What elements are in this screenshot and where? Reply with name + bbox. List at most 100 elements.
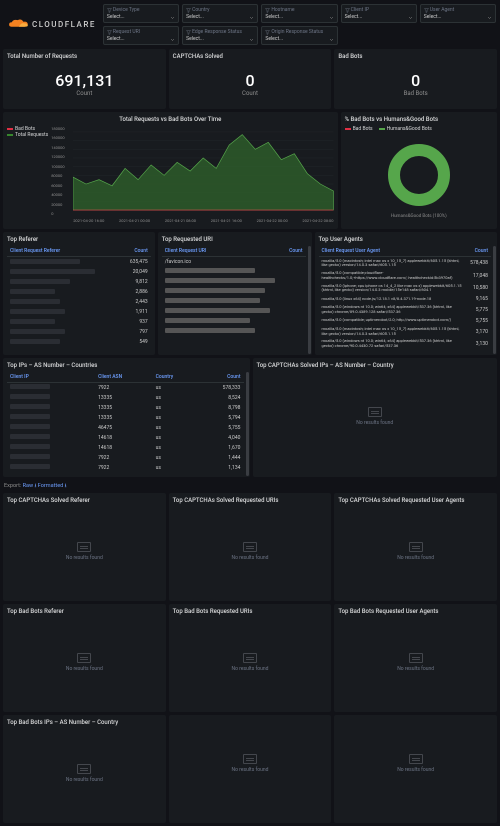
stat-value: 0: [173, 71, 328, 90]
timeseries-panel: Total Requests vs Bad Bots Over Time Bad…: [3, 112, 338, 229]
table-row[interactable]: 549: [7, 337, 151, 347]
table-row[interactable]: mozilla/5.0 (linux x64) node.js/12.18.1 …: [319, 295, 492, 304]
col-header[interactable]: Client Request URI: [162, 246, 285, 257]
table-row[interactable]: [162, 286, 306, 296]
empty-state: No results found: [173, 618, 328, 708]
area-chart[interactable]: 0200004000060000800001000001200001400001…: [51, 126, 333, 216]
table-row[interactable]: 14618us1,670: [7, 443, 244, 453]
chevron-down-icon: [249, 37, 254, 42]
table-row[interactable]: mozilla/5.0 (windows nt 10.0; win64; x64…: [319, 304, 492, 317]
filter-0[interactable]: Device Type Select...: [103, 4, 179, 23]
table-row[interactable]: [162, 296, 306, 306]
brand-logo: CLOUDFLARE: [4, 4, 100, 45]
table-row[interactable]: [162, 326, 306, 336]
donut-chart[interactable]: [384, 140, 454, 210]
stat-bad-bots: Bad Bots 0Bad Bots: [334, 49, 497, 109]
panel-title: Top Bad Bots Referer: [7, 608, 162, 615]
table-row[interactable]: mozilla/5.0 (macintosh; intel mac os x 1…: [319, 257, 492, 270]
empty-text: No results found: [397, 555, 434, 561]
col-header[interactable]: Client Request Referer: [7, 246, 121, 257]
table-row[interactable]: 46475us5,755: [7, 423, 244, 433]
grid-icon: [77, 542, 91, 552]
chart-legend: Bad BotsTotal Requests: [7, 126, 48, 221]
filter-4[interactable]: User Agent Select...: [420, 4, 496, 23]
col-header[interactable]: Country: [153, 372, 198, 383]
table-row[interactable]: 2,443: [7, 297, 151, 307]
table-row[interactable]: 9,812: [7, 277, 151, 287]
table-row[interactable]: 14618us4,040: [7, 433, 244, 443]
col-header[interactable]: Count: [285, 246, 306, 257]
legend-item[interactable]: Humans&Good Bots: [379, 126, 432, 132]
table-row[interactable]: mozilla/5.0 (compatible; uptimerobot/2.0…: [319, 316, 492, 325]
table-row[interactable]: 13335us8,524: [7, 393, 244, 403]
table-row[interactable]: [162, 266, 306, 276]
table-row[interactable]: 2,886: [7, 287, 151, 297]
filter-3[interactable]: Client IP Select...: [341, 4, 417, 23]
col-header[interactable]: Count: [467, 246, 491, 257]
funnel-icon: [186, 30, 191, 35]
empty-text: No results found: [66, 777, 103, 783]
table-row[interactable]: 7922us1,444: [7, 453, 244, 463]
panel-title: Top Bad Bots Requested URIs: [173, 608, 328, 615]
empty-state: No results found: [257, 372, 494, 462]
legend-item[interactable]: Bad Bots: [345, 126, 373, 132]
grid-icon: [243, 653, 257, 663]
top-uri-panel: Top Requested URI Client Request URICoun…: [158, 232, 312, 355]
table-row[interactable]: 797: [7, 327, 151, 337]
empty-state: No results found: [173, 719, 328, 809]
table-row[interactable]: 635,475: [7, 257, 151, 268]
filter-6[interactable]: Edge Response Status Select...: [182, 26, 258, 45]
legend-item[interactable]: Total Requests: [7, 132, 48, 138]
table-row[interactable]: 7922us1,134: [7, 463, 244, 473]
table-row[interactable]: [162, 316, 306, 326]
panel-title: Bad Bots: [338, 53, 493, 60]
empty-panel: Top Bad Bots Requested URIs No results f…: [169, 604, 332, 712]
panel-title: Top Bad Bots Requested User Agents: [338, 608, 493, 615]
col-header[interactable]: Client ASN: [95, 372, 153, 383]
export-raw-link[interactable]: Raw ⭳: [23, 483, 37, 489]
empty-panel: Top CAPTCHAs Solved Requested URIs No re…: [169, 493, 332, 601]
download-icon: ⭳: [65, 483, 67, 489]
grid-icon: [368, 407, 382, 417]
brand-name: CLOUDFLARE: [32, 20, 96, 29]
table-row[interactable]: 13335us8,798: [7, 403, 244, 413]
header: CLOUDFLARE Device Type Select... Country…: [0, 0, 500, 49]
stat-sub: Count: [173, 90, 328, 97]
col-header[interactable]: Client Request User Agent: [319, 246, 468, 257]
filter-bar: Device Type Select... Country Select... …: [103, 4, 496, 45]
filter-7[interactable]: Origin Response Status Select...: [261, 26, 337, 45]
grid-icon: [409, 653, 423, 663]
table-row[interactable]: [162, 276, 306, 286]
table-row[interactable]: 20,049: [7, 267, 151, 277]
table-row[interactable]: 7922us578,333: [7, 382, 244, 393]
table-row[interactable]: mozilla/5.0 (macintosh; intel mac os x 1…: [319, 325, 492, 338]
filter-2[interactable]: Hostname Select...: [261, 4, 337, 23]
panel-title: Top CAPTCHAs Solved Referer: [7, 497, 162, 504]
table-row[interactable]: 937: [7, 317, 151, 327]
col-header[interactable]: Client IP: [7, 372, 95, 383]
col-header[interactable]: Count: [198, 372, 244, 383]
panel-title: Top CAPTCHAs Solved Requested URIs: [173, 497, 328, 504]
chevron-down-icon: [487, 15, 492, 20]
table-row[interactable]: 13335us5,794: [7, 413, 244, 423]
filter-1[interactable]: Country Select...: [182, 4, 258, 23]
stat-sub: Bad Bots: [338, 90, 493, 97]
table-row[interactable]: /favicon.ico: [162, 257, 306, 267]
empty-state: No results found: [7, 729, 162, 819]
empty-panel: No results found: [334, 715, 497, 823]
export-bar: Export: Raw ⭳ Formatted ⭳: [0, 480, 500, 493]
table-row[interactable]: mozilla/5.0 (iphone; cpu iphone os 14_4_…: [319, 282, 492, 295]
export-formatted-link[interactable]: Formatted ⭳: [38, 483, 67, 489]
empty-text: No results found: [397, 666, 434, 672]
table-row[interactable]: [162, 306, 306, 316]
table-row[interactable]: 1,911: [7, 307, 151, 317]
chevron-down-icon: [329, 37, 334, 42]
ua-table: Client Request User AgentCountmozilla/5.…: [319, 246, 492, 351]
filter-5[interactable]: Request URI Select...: [103, 26, 179, 45]
table-row[interactable]: mozilla/5.0 (windows nt 10.0; win64; x64…: [319, 338, 492, 351]
empty-panel: Top CAPTCHAs Solved Requested User Agent…: [334, 493, 497, 601]
col-header[interactable]: Count: [121, 246, 151, 257]
funnel-icon: [424, 8, 429, 13]
table-row[interactable]: mozilla/5.0 (compatible;cloudflare-healt…: [319, 270, 492, 283]
empty-text: No results found: [232, 767, 269, 773]
